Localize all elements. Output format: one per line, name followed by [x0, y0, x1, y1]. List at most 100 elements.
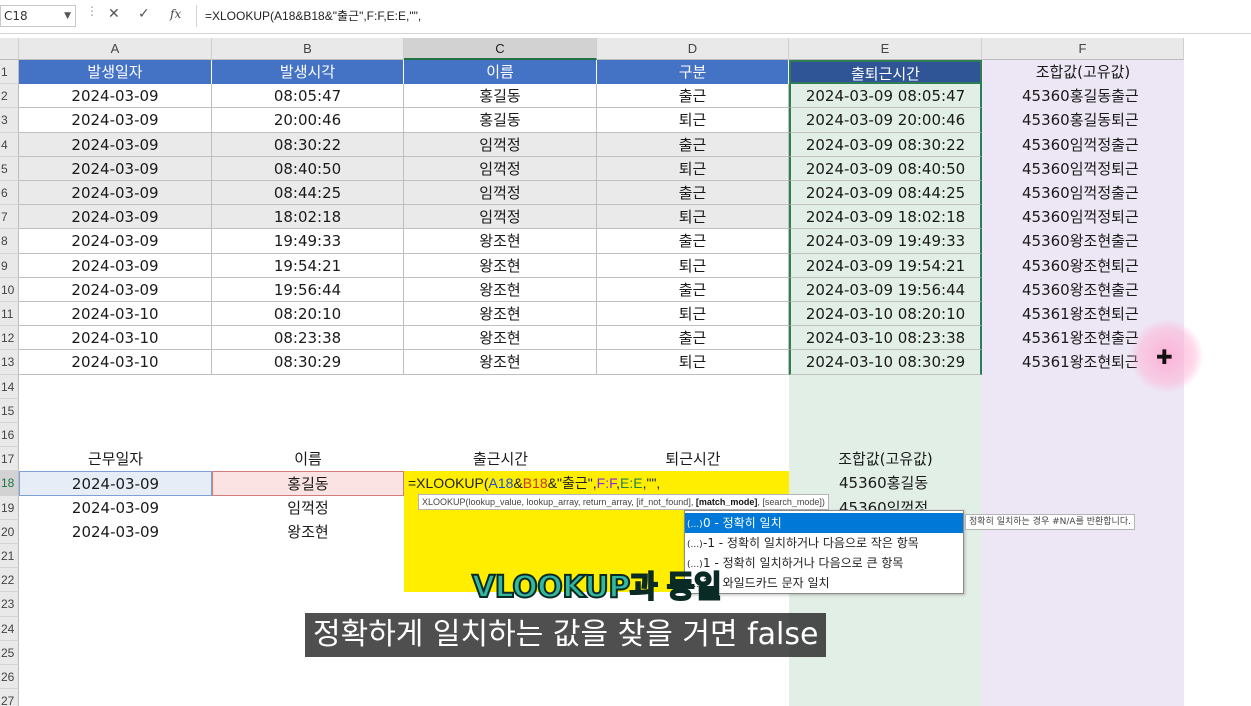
row-header-12[interactable]: 12	[0, 326, 19, 351]
row-header-8[interactable]: 8	[0, 229, 19, 254]
row-header-3[interactable]: 3	[0, 108, 19, 133]
table-cell[interactable]: 2024-03-09	[19, 277, 212, 302]
row-header-11[interactable]: 11	[0, 302, 19, 327]
row-header-18[interactable]: 18	[0, 471, 19, 496]
table-cell[interactable]: 2024-03-10 08:30:29	[789, 350, 982, 375]
column-header-a[interactable]: A	[19, 38, 212, 60]
row-header-6[interactable]: 6	[0, 181, 19, 206]
row-header-21[interactable]: 21	[0, 544, 19, 569]
table-cell[interactable]: 임꺽정	[404, 181, 597, 206]
table-cell[interactable]: 2024-03-09 08:30:22	[789, 132, 982, 157]
table-header-cell[interactable]: 조합값(고유값)	[982, 60, 1184, 84]
table-cell[interactable]: 왕조현	[404, 302, 597, 327]
table-cell[interactable]: 왕조현	[404, 326, 597, 351]
column-header-f[interactable]: F	[982, 38, 1184, 60]
table-cell[interactable]: 08:44:25	[212, 181, 404, 206]
table-cell[interactable]: 19:54:21	[212, 253, 404, 278]
table-cell[interactable]: 출근	[597, 277, 789, 302]
summary-cell[interactable]: 왕조현	[212, 520, 404, 544]
dropdown-item[interactable]: (...)2 - 와일드카드 문자 일치	[685, 573, 963, 593]
table-cell[interactable]: 출근	[597, 132, 789, 157]
table-cell[interactable]: 퇴근	[597, 205, 789, 230]
table-cell[interactable]: 19:56:44	[212, 277, 404, 302]
row-header-5[interactable]: 5	[0, 156, 19, 181]
table-cell[interactable]: 20:00:46	[212, 108, 404, 133]
row-header-22[interactable]: 22	[0, 568, 19, 593]
row-header-13[interactable]: 13	[0, 350, 19, 375]
table-cell[interactable]: 2024-03-09	[19, 84, 212, 109]
table-cell[interactable]: 임꺽정	[404, 205, 597, 230]
drag-handle-icon[interactable]: ⋮	[86, 5, 98, 17]
table-cell[interactable]: 08:23:38	[212, 326, 404, 351]
summary-cell[interactable]: 45360홍길동	[789, 471, 982, 495]
table-cell[interactable]: 2024-03-09 19:54:21	[789, 253, 982, 278]
insert-function-icon[interactable]: fx	[170, 7, 181, 21]
table-cell[interactable]: 퇴근	[597, 350, 789, 375]
table-cell[interactable]: 2024-03-09	[19, 156, 212, 181]
table-header-cell[interactable]: 발생시각	[212, 60, 404, 85]
enter-icon[interactable]: ✓	[138, 6, 150, 22]
table-cell[interactable]: 왕조현	[404, 229, 597, 254]
row-header-7[interactable]: 7	[0, 205, 19, 230]
table-cell[interactable]: 2024-03-10	[19, 326, 212, 351]
table-cell[interactable]: 2024-03-09	[19, 108, 212, 133]
row-header-2[interactable]: 2	[0, 84, 19, 109]
table-cell[interactable]: 왕조현	[404, 277, 597, 302]
table-cell[interactable]: 45360왕조현출근	[982, 278, 1184, 302]
column-header-c[interactable]: C	[404, 38, 597, 60]
row-header-24[interactable]: 24	[0, 616, 19, 641]
table-cell[interactable]: 2024-03-09	[19, 253, 212, 278]
row-header-9[interactable]: 9	[0, 253, 19, 278]
table-cell[interactable]: 08:05:47	[212, 84, 404, 109]
table-header-cell[interactable]: 발생일자	[19, 60, 212, 85]
table-cell[interactable]: 출근	[597, 229, 789, 254]
table-cell[interactable]: 2024-03-10 08:23:38	[789, 326, 982, 351]
table-cell[interactable]: 08:30:29	[212, 350, 404, 375]
select-all-corner[interactable]	[0, 38, 19, 60]
table-cell[interactable]: 2024-03-09	[19, 205, 212, 230]
row-header-15[interactable]: 15	[0, 398, 19, 423]
table-cell[interactable]: 출근	[597, 181, 789, 206]
match-mode-dropdown[interactable]: (...)0 - 정확히 일치 (...)-1 - 정확히 일치하거나 다음으로 …	[684, 509, 964, 594]
row-header-14[interactable]: 14	[0, 374, 19, 399]
table-cell[interactable]: 45360왕조현퇴근	[982, 254, 1184, 278]
table-cell[interactable]: 왕조현	[404, 253, 597, 278]
table-cell[interactable]: 08:20:10	[212, 302, 404, 327]
table-cell[interactable]: 08:40:50	[212, 156, 404, 181]
table-cell[interactable]: 2024-03-09 20:00:46	[789, 108, 982, 133]
row-header-16[interactable]: 16	[0, 423, 19, 448]
table-cell[interactable]: 퇴근	[597, 108, 789, 133]
table-cell[interactable]: 왕조현	[404, 350, 597, 375]
table-cell[interactable]: 2024-03-09	[19, 132, 212, 157]
table-cell[interactable]: 2024-03-09 08:44:25	[789, 181, 982, 206]
table-cell[interactable]: 08:30:22	[212, 132, 404, 157]
table-cell[interactable]: 2024-03-09 18:02:18	[789, 205, 982, 230]
table-header-cell[interactable]: 출퇴근시간	[789, 60, 982, 85]
summary-cell[interactable]: 임꺽정	[212, 496, 404, 520]
chevron-down-icon[interactable]: ▼	[64, 6, 71, 26]
cancel-icon[interactable]: ✕	[108, 6, 120, 22]
table-cell[interactable]: 45360왕조현출근	[982, 229, 1184, 253]
name-box[interactable]: C18 ▼	[0, 5, 76, 27]
table-cell[interactable]: 45360임꺽정출근	[982, 133, 1184, 157]
table-cell[interactable]: 홍길동	[404, 84, 597, 109]
table-cell[interactable]: 18:02:18	[212, 205, 404, 230]
row-header-25[interactable]: 25	[0, 640, 19, 665]
table-cell[interactable]: 홍길동	[404, 108, 597, 133]
table-cell[interactable]: 2024-03-09	[19, 229, 212, 254]
table-header-cell[interactable]: 이름	[404, 60, 597, 85]
summary-cell[interactable]: 2024-03-09	[19, 496, 212, 520]
table-cell[interactable]: 45360홍길동퇴근	[982, 108, 1184, 132]
summary-cell[interactable]: 홍길동	[212, 471, 404, 496]
table-cell[interactable]: 45360임꺽정출근	[982, 181, 1184, 205]
row-header-27[interactable]: 27	[0, 689, 19, 706]
column-header-b[interactable]: B	[212, 38, 404, 60]
row-header-20[interactable]: 20	[0, 519, 19, 544]
column-header-e[interactable]: E	[789, 38, 982, 60]
table-cell[interactable]: 2024-03-10 08:20:10	[789, 302, 982, 327]
table-cell[interactable]: 출근	[597, 326, 789, 351]
table-cell[interactable]: 19:49:33	[212, 229, 404, 254]
table-cell[interactable]: 퇴근	[597, 302, 789, 327]
summary-cell[interactable]: 2024-03-09	[19, 520, 212, 544]
table-cell[interactable]: 퇴근	[597, 156, 789, 181]
